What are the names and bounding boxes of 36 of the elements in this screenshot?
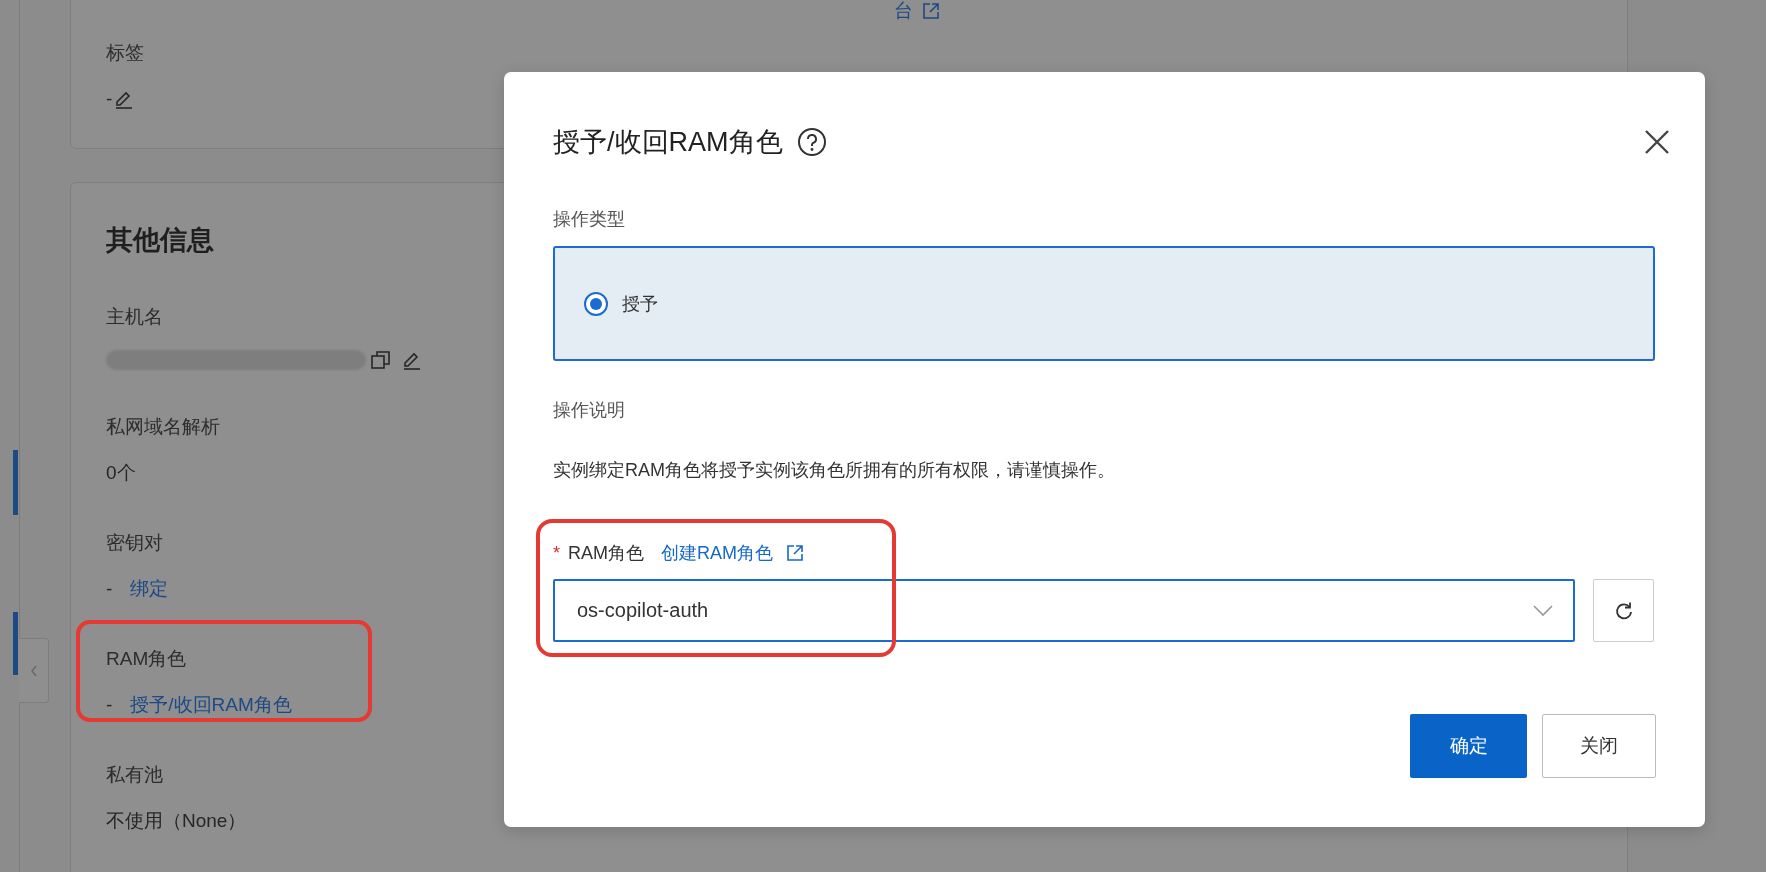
section-title: 其他信息: [106, 224, 215, 257]
role-select[interactable]: os-copilot-auth: [553, 579, 1575, 642]
dialog-title: 授予/收回RAM角色: [553, 126, 783, 159]
field-value: 不使用（None）: [106, 809, 247, 833]
refresh-icon: [1613, 600, 1634, 621]
nav-marker: [13, 450, 18, 515]
field-value: -: [106, 693, 113, 717]
nav-marker: [13, 612, 18, 675]
field-value: 0个: [106, 461, 136, 485]
refresh-button[interactable]: [1593, 579, 1654, 642]
field-value: -: [106, 87, 113, 111]
external-link-icon[interactable]: [785, 543, 805, 563]
field-label: 私有池: [106, 763, 163, 787]
external-link-icon[interactable]: [921, 1, 941, 21]
field-label: RAM角色: [568, 542, 644, 565]
help-icon[interactable]: [796, 127, 827, 157]
field-value: -: [106, 577, 113, 601]
close-dialog-button[interactable]: 关闭: [1542, 714, 1656, 778]
create-role-link[interactable]: 创建RAM角色: [661, 540, 773, 566]
option-label[interactable]: 授予: [622, 290, 658, 317]
radio-button[interactable]: [584, 291, 608, 316]
close-icon: [1644, 129, 1670, 155]
field-label: 密钥对: [106, 531, 163, 555]
chevron-left-icon: [28, 663, 39, 678]
confirm-button[interactable]: 确定: [1410, 714, 1527, 778]
required-mark: *: [553, 542, 560, 565]
field-label: 操作说明: [553, 399, 625, 422]
description-text: 实例绑定RAM角色将授予实例该角色所拥有的所有权限，请谨慎操作。: [553, 459, 1116, 482]
field-label: 标签: [106, 41, 144, 65]
field-label: 主机名: [106, 305, 163, 329]
chevron-down-icon: [1533, 604, 1553, 617]
copy-icon[interactable]: [370, 349, 392, 371]
field-label: 操作类型: [553, 208, 625, 231]
field-label: 私网域名解析: [106, 415, 220, 439]
field-label: RAM角色: [106, 647, 187, 671]
close-button[interactable]: [1644, 129, 1670, 155]
